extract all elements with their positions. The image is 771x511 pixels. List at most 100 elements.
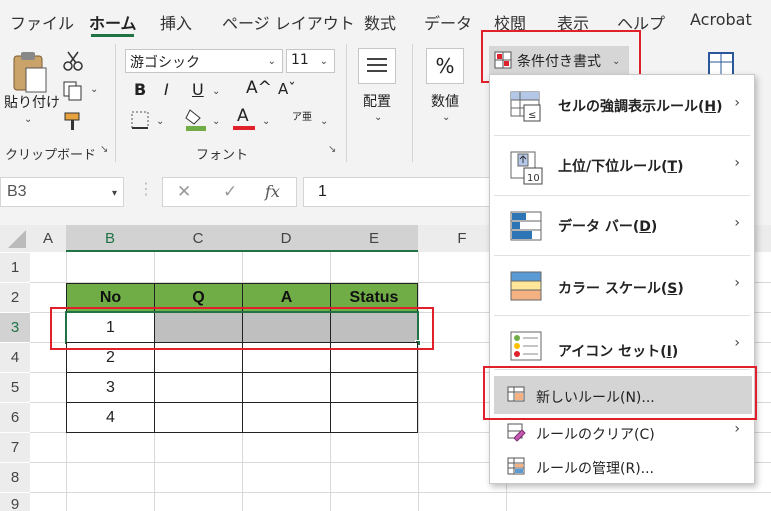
menu-item-data-bars[interactable]: データ バー(D) › [490,197,754,255]
alignment-button[interactable] [358,48,396,84]
column-header-a[interactable]: A [30,225,66,252]
column-header-d[interactable]: D [242,225,330,252]
column-header-e[interactable]: E [330,225,418,252]
formula-buttons: ✕ ✓ fx [162,177,297,207]
font-color-button[interactable]: A [237,106,249,126]
tab-insert[interactable]: 挿入 [160,10,192,34]
phonetic-button[interactable]: ア亜 [292,108,312,123]
alignment-dropdown-icon[interactable]: ⌄ [374,112,382,123]
separator-dots-icon: ⋮ [138,179,154,198]
menu-item-clear-rules[interactable]: ルールのクリア(C) › [490,419,754,449]
cell-e6[interactable] [330,402,418,433]
menu-separator [494,315,750,316]
menu-separator [494,135,750,136]
clipboard-icon [13,52,47,93]
row-header-7[interactable]: 7 [0,433,30,462]
manage-rules-label: ルールの管理(R)... [536,461,655,477]
formula-input[interactable]: 1 [303,177,493,207]
menu-item-top-bottom-rules[interactable]: 10 上位/下位ルール(T) › [490,137,754,195]
cut-icon[interactable] [62,50,84,72]
name-box-value: B3 [7,183,27,200]
cell-d6[interactable] [242,402,331,433]
row-header-1[interactable]: 1 [0,253,30,282]
row-header-5[interactable]: 5 [0,373,30,402]
dialog-launcher-icon[interactable]: ↘ [100,144,108,155]
font-size-combo[interactable]: 11 ⌄ [286,49,335,73]
tab-formulas[interactable]: 数式 [364,10,396,34]
fill-color-icon[interactable] [184,106,208,132]
enter-icon[interactable]: ✓ [223,182,237,202]
row-header-8[interactable]: 8 [0,463,30,492]
cell-c6[interactable] [154,402,243,433]
italic-button[interactable]: I [164,80,169,99]
data-bars-icon [510,211,542,241]
top-bottom-icon: 10 [510,151,543,185]
svg-text:≤: ≤ [528,110,536,121]
insert-function-icon[interactable]: fx [265,182,280,201]
menu-label: カラー スケール(S) [558,281,684,297]
color-scales-icon [510,271,542,301]
select-all-corner[interactable] [0,225,30,252]
format-painter-icon[interactable] [62,110,84,132]
column-header-b[interactable]: B [66,225,154,252]
menu-label: データ バー(D) [558,219,658,235]
menu-separator [494,255,750,256]
number-button[interactable]: % [426,48,464,84]
copy-dropdown-icon[interactable]: ⌄ [90,84,98,95]
copy-icon[interactable] [62,80,84,102]
bold-button[interactable]: B [134,80,146,99]
chevron-down-icon: ⌄ [319,56,328,67]
borders-dropdown-icon[interactable]: ⌄ [156,116,164,127]
font-name-combo[interactable]: 游ゴシック ⌄ [125,49,283,73]
menu-item-icon-sets[interactable]: アイコン セット(I) › [490,317,754,367]
fill-dropdown-icon[interactable]: ⌄ [212,116,220,127]
clipboard-group-label: クリップボード [5,148,97,163]
formula-value: 1 [318,183,327,200]
tab-page-layout[interactable]: ページ レイアウト [222,10,355,34]
clear-rules-label: ルールのクリア(C) [536,427,655,443]
font-name-value: 游ゴシック [130,55,200,71]
cancel-icon[interactable]: ✕ [177,182,191,202]
highlight-box-row-3 [50,307,434,350]
tab-acrobat[interactable]: Acrobat [690,10,752,29]
group-separator [346,44,347,162]
menu-item-highlight-cells-rules[interactable]: ≤ セルの強調表示ルール(H) › [490,77,754,135]
active-tab-indicator [91,34,134,37]
row-header-4[interactable]: 4 [0,343,30,372]
borders-icon[interactable] [130,110,152,130]
highlight-cells-icon: ≤ [510,91,541,122]
conditional-formatting-menu: ≤ セルの強調表示ルール(H) › 10 上位/下位ルール(T) › データ バ… [489,74,755,484]
paste-dropdown-icon[interactable]: ⌄ [24,114,32,125]
number-dropdown-icon[interactable]: ⌄ [442,112,450,123]
cell-d5[interactable] [242,372,331,403]
row-header-2[interactable]: 2 [0,283,30,312]
chevron-right-icon: › [734,215,740,231]
highlight-box-new-rule [483,366,757,420]
shrink-font-button[interactable]: Aˇ [278,80,296,98]
grow-font-button[interactable]: A^ [246,78,272,98]
tab-home[interactable]: ホーム [89,10,137,34]
underline-dropdown-icon[interactable]: ⌄ [212,86,220,97]
cell-e5[interactable] [330,372,418,403]
cell-b6[interactable]: 4 [66,402,155,433]
cell-b5[interactable]: 3 [66,372,155,403]
tab-file[interactable]: ファイル [10,10,74,34]
row-header-9[interactable]: 9 [0,493,30,511]
menu-item-manage-rules[interactable]: ルールの管理(R)... [490,453,754,483]
tab-data[interactable]: データ [424,10,472,34]
cell-c5[interactable] [154,372,243,403]
icon-sets-icon [510,331,542,361]
row-header-6[interactable]: 6 [0,403,30,432]
column-header-c[interactable]: C [154,225,242,252]
menu-label: セルの強調表示ルール(H) [558,99,723,115]
font-group-label: フォント [196,148,249,163]
underline-button[interactable]: U [192,80,204,99]
phonetic-dropdown-icon[interactable]: ⌄ [320,116,328,127]
menu-label: アイコン セット(I) [558,344,679,360]
number-label: 数値 [431,94,459,110]
row-header-3[interactable]: 3 [0,313,30,342]
dialog-launcher-icon[interactable]: ↘ [328,144,336,155]
name-box[interactable]: B3 ▾ [0,177,124,207]
menu-item-color-scales[interactable]: カラー スケール(S) › [490,257,754,315]
font-color-dropdown-icon[interactable]: ⌄ [262,116,270,127]
